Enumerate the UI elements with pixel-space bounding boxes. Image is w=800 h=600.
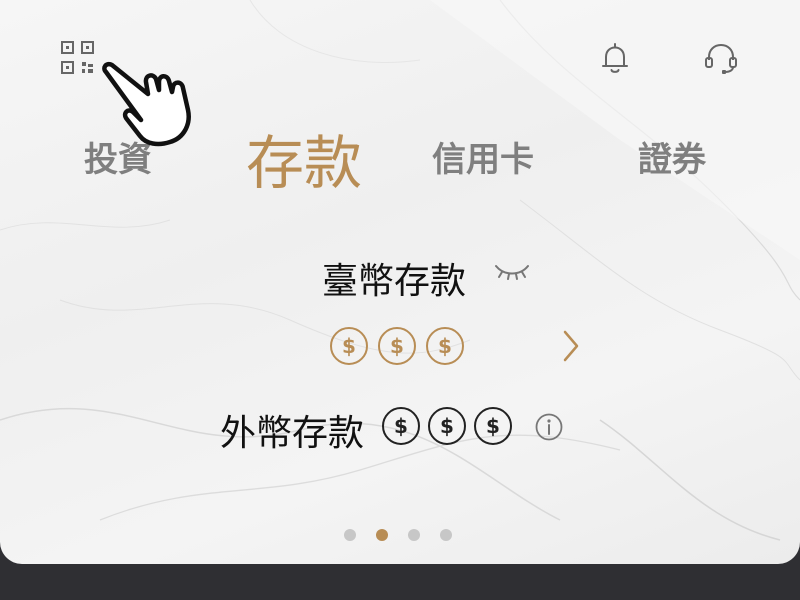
masked-digit-coin: $ <box>474 407 512 445</box>
page-indicator <box>344 529 452 541</box>
bell-icon <box>602 43 628 73</box>
masked-digit-coin: $ <box>378 327 416 365</box>
customer-service-button[interactable] <box>700 38 742 78</box>
fx-deposit-title[interactable]: 外幣存款 <box>220 404 364 456</box>
page-dot-active[interactable] <box>376 529 388 541</box>
fx-balance-masked[interactable]: $ $ $ <box>382 407 512 445</box>
tab-deposit[interactable]: 存款 <box>246 116 362 200</box>
masked-digit-coin: $ <box>426 327 464 365</box>
info-icon <box>535 413 563 441</box>
pointing-hand-icon <box>102 62 191 147</box>
twd-deposit-title[interactable]: 臺幣存款 <box>322 252 466 304</box>
eye-closed-icon <box>495 265 529 280</box>
tab-securities[interactable]: 證券 <box>638 132 706 181</box>
notifications-button[interactable] <box>594 38 636 78</box>
twd-deposit-detail-button[interactable] <box>556 326 586 366</box>
tab-credit-card[interactable]: 信用卡 <box>432 132 534 181</box>
masked-digit-coin: $ <box>330 327 368 365</box>
qr-code-icon <box>61 41 94 74</box>
masked-digit-coin: $ <box>428 407 466 445</box>
page-dot[interactable] <box>408 529 420 541</box>
twd-balance-masked[interactable]: $ $ $ <box>330 327 464 365</box>
toggle-balance-visibility-button[interactable] <box>490 258 534 286</box>
page-dot[interactable] <box>344 529 356 541</box>
headset-icon <box>705 43 737 74</box>
page-dot[interactable] <box>440 529 452 541</box>
masked-digit-coin: $ <box>382 407 420 445</box>
chevron-right-icon <box>563 330 579 362</box>
fx-info-button[interactable] <box>534 412 564 442</box>
account-card: 投資 存款 信用卡 證券 臺幣存款 $ $ $ 外幣存款 $ $ $ <box>0 0 800 564</box>
qr-code-button[interactable] <box>58 38 98 78</box>
